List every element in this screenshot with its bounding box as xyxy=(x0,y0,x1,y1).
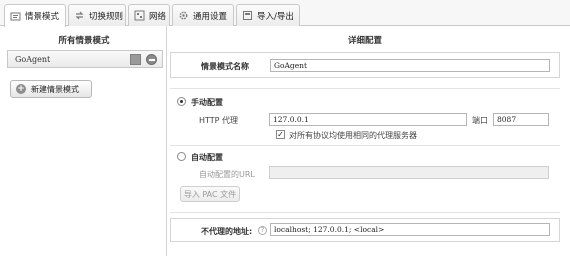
plus-icon: + xyxy=(16,83,26,94)
same-proxy-checkbox[interactable]: ✓ xyxy=(276,130,285,139)
new-profile-button-label: 新建情景模式 xyxy=(31,84,79,94)
auto-config-radio[interactable] xyxy=(177,152,186,161)
auto-config-url-label: 自动配置的URL xyxy=(199,170,255,179)
profile-list-pane: 所有情景模式 GoAgent + 新建情景模式 xyxy=(4,30,164,252)
profile-item-goagent[interactable]: GoAgent xyxy=(7,50,163,68)
network-icon xyxy=(134,10,145,21)
import-pac-button[interactable]: 导入 PAC 文件 xyxy=(180,186,240,202)
http-proxy-field[interactable]: 127.0.0.1 xyxy=(269,113,467,126)
section-divider xyxy=(170,212,560,213)
profile-icon xyxy=(10,11,21,22)
profile-name-section: 情景模式名称 GoAgent xyxy=(170,52,560,78)
section-divider xyxy=(170,88,560,89)
manual-config-radio[interactable] xyxy=(177,97,186,106)
tab-rules[interactable]: 切换规则 xyxy=(68,4,126,26)
auto-config-label: 自动配置 xyxy=(191,153,223,162)
tab-network-label: 网络 xyxy=(149,11,167,22)
tab-import-export-label: 导入/导出 xyxy=(257,11,294,22)
profile-color-swatch[interactable] xyxy=(130,54,141,65)
section-divider xyxy=(170,145,560,146)
new-profile-button[interactable]: + 新建情景模式 xyxy=(10,80,92,98)
profile-name-field[interactable]: GoAgent xyxy=(270,59,550,72)
http-proxy-label: HTTP 代理 xyxy=(199,116,239,125)
bypass-list-field[interactable]: localhost; 127.0.0.1; <local> xyxy=(270,223,550,236)
help-icon[interactable]: ? xyxy=(258,226,267,235)
bypass-section: 不代理的地址: ? localhost; 127.0.0.1; <local> xyxy=(170,218,560,242)
same-proxy-label: 对所有协议均使用相同的代理服务器 xyxy=(289,131,417,140)
tab-settings-label: 通用设置 xyxy=(193,11,228,22)
import-export-icon xyxy=(242,10,253,21)
delete-profile-icon[interactable] xyxy=(146,54,157,65)
port-field[interactable]: 8087 xyxy=(493,113,549,126)
tab-bar: 情景模式 切换规则 网络 通用设置 导入/导出 xyxy=(0,0,570,27)
port-label: 端口 xyxy=(472,116,488,125)
tab-profiles[interactable]: 情景模式 xyxy=(4,4,66,27)
profile-list-title: 所有情景模式 xyxy=(58,36,110,46)
tab-settings[interactable]: 通用设置 xyxy=(172,4,234,26)
pane-divider xyxy=(166,26,167,256)
details-title: 详细配置 xyxy=(347,36,382,46)
rules-icon xyxy=(74,10,85,21)
manual-config-label: 手动配置 xyxy=(191,98,223,107)
bypass-label: 不代理的地址: xyxy=(201,227,253,236)
auto-config-url-field[interactable] xyxy=(269,166,549,179)
profile-name-label: 情景模式名称 xyxy=(201,62,249,71)
tab-rules-label: 切换规则 xyxy=(89,11,124,22)
settings-icon xyxy=(178,10,189,21)
tab-import-export[interactable]: 导入/导出 xyxy=(236,4,300,26)
profile-item-label: GoAgent xyxy=(15,54,51,64)
tab-network[interactable]: 网络 xyxy=(128,4,170,26)
tab-profiles-label: 情景模式 xyxy=(25,12,60,22)
import-pac-button-label: 导入 PAC 文件 xyxy=(183,189,237,199)
